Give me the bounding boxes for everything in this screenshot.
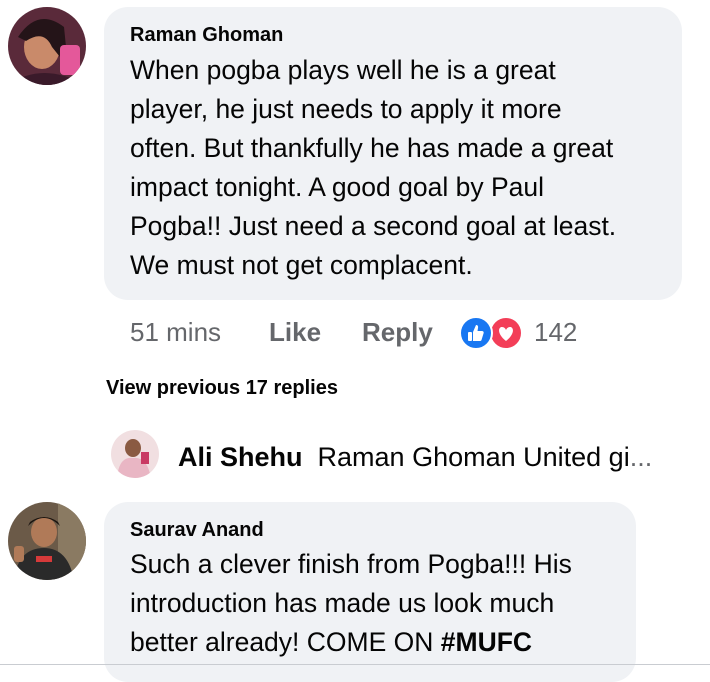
- avatar[interactable]: [111, 430, 159, 478]
- reactions[interactable]: [459, 316, 529, 350]
- reply-text: Raman Ghoman United gi: [317, 442, 630, 472]
- comment-author[interactable]: Saurav Anand: [130, 519, 264, 542]
- like-button[interactable]: Like: [269, 314, 321, 350]
- comment-author[interactable]: Raman Ghoman: [130, 24, 283, 47]
- comment-text: When pogba plays well he is a great play…: [130, 55, 617, 280]
- love-icon: [489, 316, 523, 350]
- view-previous-replies-link[interactable]: View previous 17 replies: [106, 377, 338, 400]
- reply-preview[interactable]: Ali Shehu Raman Ghoman United gi...: [178, 438, 652, 476]
- avatar[interactable]: [8, 502, 86, 580]
- bottom-divider: [0, 664, 710, 665]
- reply-button[interactable]: Reply: [362, 314, 433, 350]
- avatar[interactable]: [8, 7, 86, 85]
- reply-author[interactable]: Ali Shehu: [178, 442, 303, 472]
- like-icon: [459, 316, 493, 350]
- reaction-count[interactable]: 142: [534, 314, 577, 350]
- comment-timestamp[interactable]: 51 mins: [130, 314, 221, 350]
- comment-actions: 51 mins Like Reply 142: [130, 314, 610, 354]
- hashtag-link[interactable]: #MUFC: [441, 627, 532, 657]
- comment-text: Such a clever finish from Pogba!!! His i…: [130, 545, 572, 662]
- reply-ellipsis: ...: [629, 442, 653, 472]
